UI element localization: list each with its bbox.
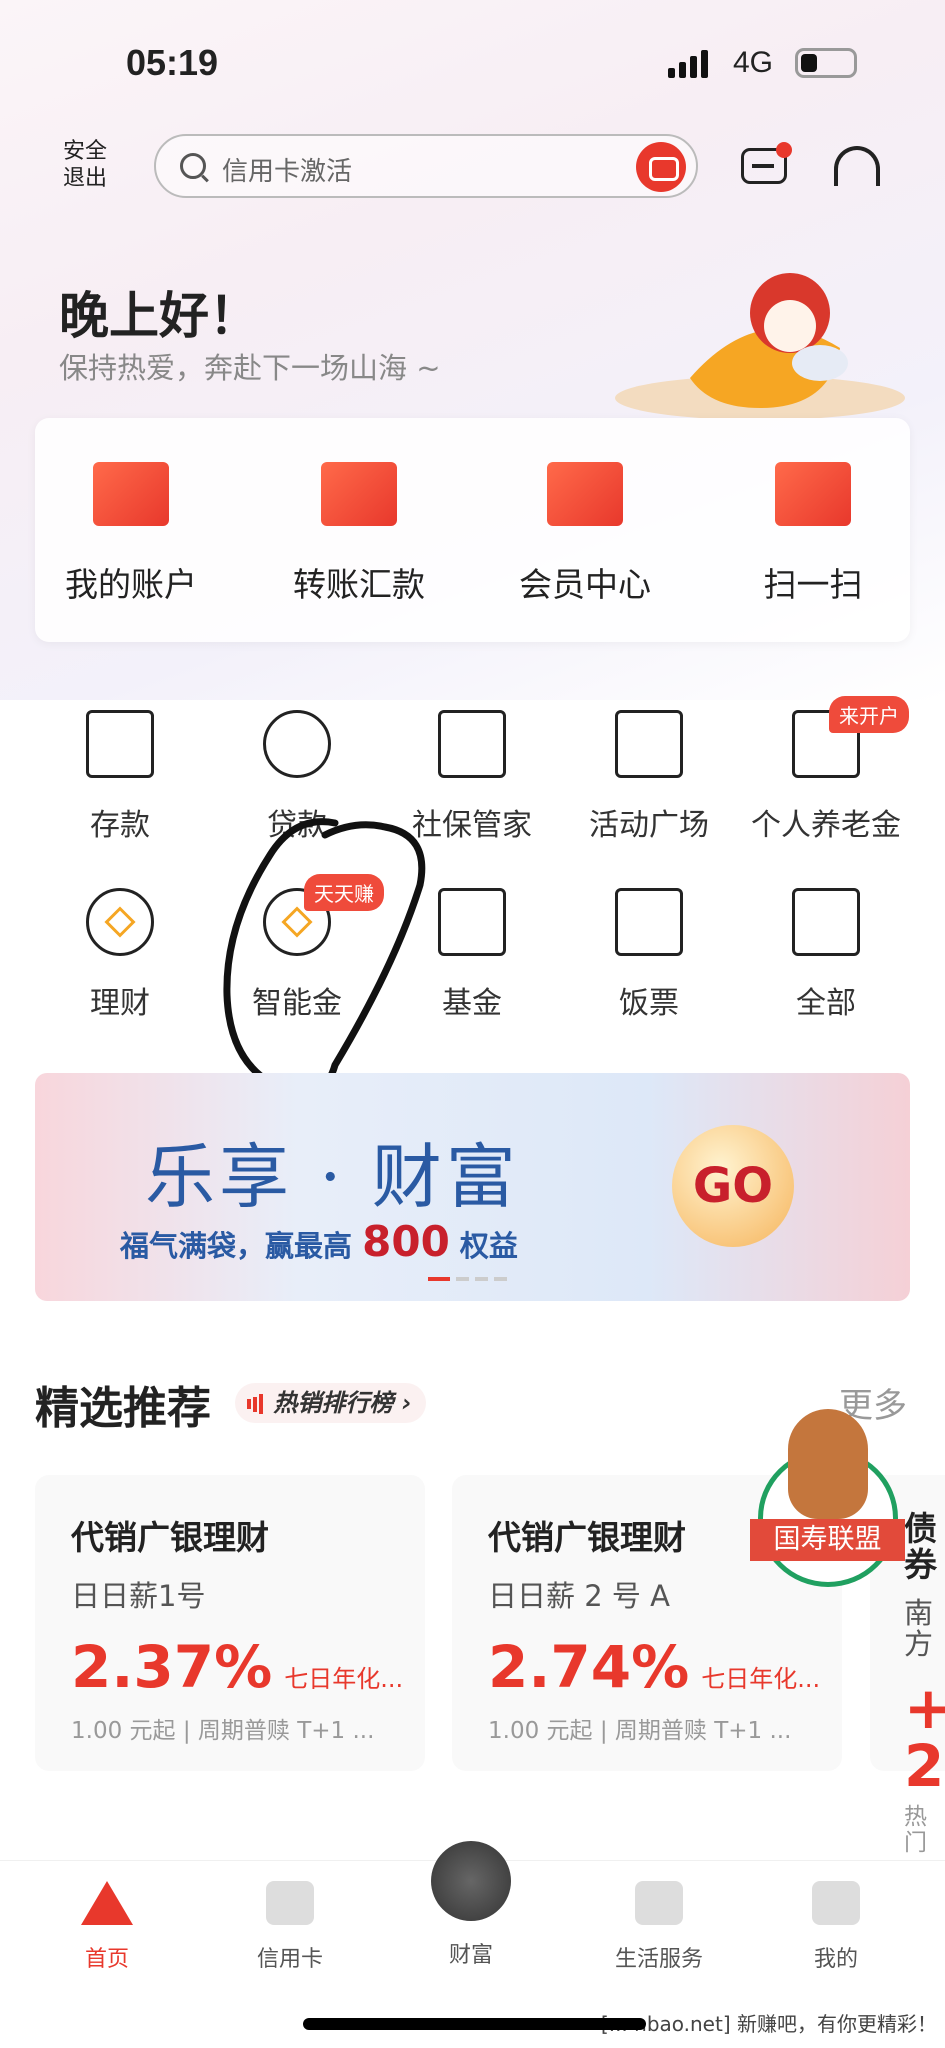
promo-banner[interactable]: 乐享 · 财富 福气满袋，赢最高 800 权益 GO <box>35 1073 910 1301</box>
search-icon <box>180 153 206 179</box>
notification-dot <box>776 142 792 158</box>
social-security-icon <box>438 710 506 778</box>
greeting-subtitle: 保持热爱，奔赴下一场山海 ~ <box>59 351 441 385</box>
quick-action-0[interactable]: 我的账户 <box>31 462 231 606</box>
grid-item-8[interactable]: 饭票 <box>564 888 734 1022</box>
nav-icon <box>812 1881 860 1925</box>
quick-action-3[interactable]: 扫一扫 <box>713 462 913 606</box>
grid-item-3[interactable]: 活动广场 <box>564 710 734 844</box>
meal-ticket-icon <box>615 888 683 956</box>
balloon-icon <box>615 710 683 778</box>
crown-icon <box>547 462 623 526</box>
nav-icon <box>266 1881 314 1925</box>
grid-item-4[interactable]: 个人养老金 来开户 <box>741 696 911 844</box>
fund-chart-icon <box>438 888 506 956</box>
nav-tab-3[interactable]: 生活服务 <box>589 1881 729 1973</box>
assistant-bot-icon[interactable] <box>636 142 686 192</box>
section-title: 精选推荐 <box>35 1383 211 1434</box>
signal-icon <box>668 50 708 78</box>
nav-tab-4[interactable]: 我的 <box>766 1881 906 1973</box>
hand-drawn-circle-annotation <box>223 818 426 1098</box>
banner-go-button[interactable]: GO <box>672 1125 794 1247</box>
quick-action-1[interactable]: 转账汇款 <box>259 462 459 606</box>
banner-title: 乐享 · 财富 <box>145 1136 520 1218</box>
grid-item-0[interactable]: 存款 <box>35 710 205 844</box>
deposit-icon <box>86 710 154 778</box>
status-time: 05:19 <box>126 42 219 83</box>
item-badge: 来开户 <box>829 696 909 733</box>
banner-subtitle: 福气满袋，赢最高 800 权益 <box>120 1217 518 1266</box>
network-type: 4G <box>733 46 774 79</box>
floating-promo-badge[interactable]: 国寿联盟 <box>750 1409 905 1587</box>
logout-button[interactable]: 安全 退出 <box>63 138 107 192</box>
grid-item-9[interactable]: 全部 <box>741 888 911 1022</box>
product-card[interactable]: 代销广银理财 日日薪1号 2.37% 七日年化... 1.00 元起 | 周期普赎 T+… <box>35 1475 425 1771</box>
bull-mascot-icon <box>788 1409 868 1519</box>
all-grid-icon <box>792 888 860 956</box>
hot-ranking-link[interactable]: 热销排行榜 › <box>235 1383 426 1423</box>
wallet-icon <box>93 462 169 526</box>
grid-item-5[interactable]: 理财 <box>35 888 205 1022</box>
nav-icon <box>431 1841 511 1921</box>
greeting-title: 晚上好！ <box>59 287 259 345</box>
battery-icon <box>795 48 857 78</box>
nav-tab-1[interactable]: 信用卡 <box>220 1881 360 1973</box>
watermark: [... nbao.net] 新赚吧，有你更精彩！ <box>600 2012 937 2036</box>
scan-icon <box>775 462 851 526</box>
mascot-illustration <box>615 273 905 418</box>
nav-tab-2[interactable]: 财富 <box>401 1841 541 1969</box>
transfer-icon <box>321 462 397 526</box>
nav-tab-0[interactable]: 首页 <box>37 1881 177 1973</box>
customer-service-headset-icon[interactable] <box>834 146 880 186</box>
wealth-coin-icon <box>86 888 154 956</box>
nav-icon <box>635 1881 683 1925</box>
search-input[interactable]: 信用卡激活 <box>154 134 698 198</box>
loan-icon <box>263 710 331 778</box>
nav-icon <box>81 1881 133 1925</box>
search-placeholder: 信用卡激活 <box>222 157 353 187</box>
quick-action-2[interactable]: 会员中心 <box>485 462 685 606</box>
banner-pagination <box>428 1277 507 1281</box>
home-indicator <box>303 2018 646 2030</box>
